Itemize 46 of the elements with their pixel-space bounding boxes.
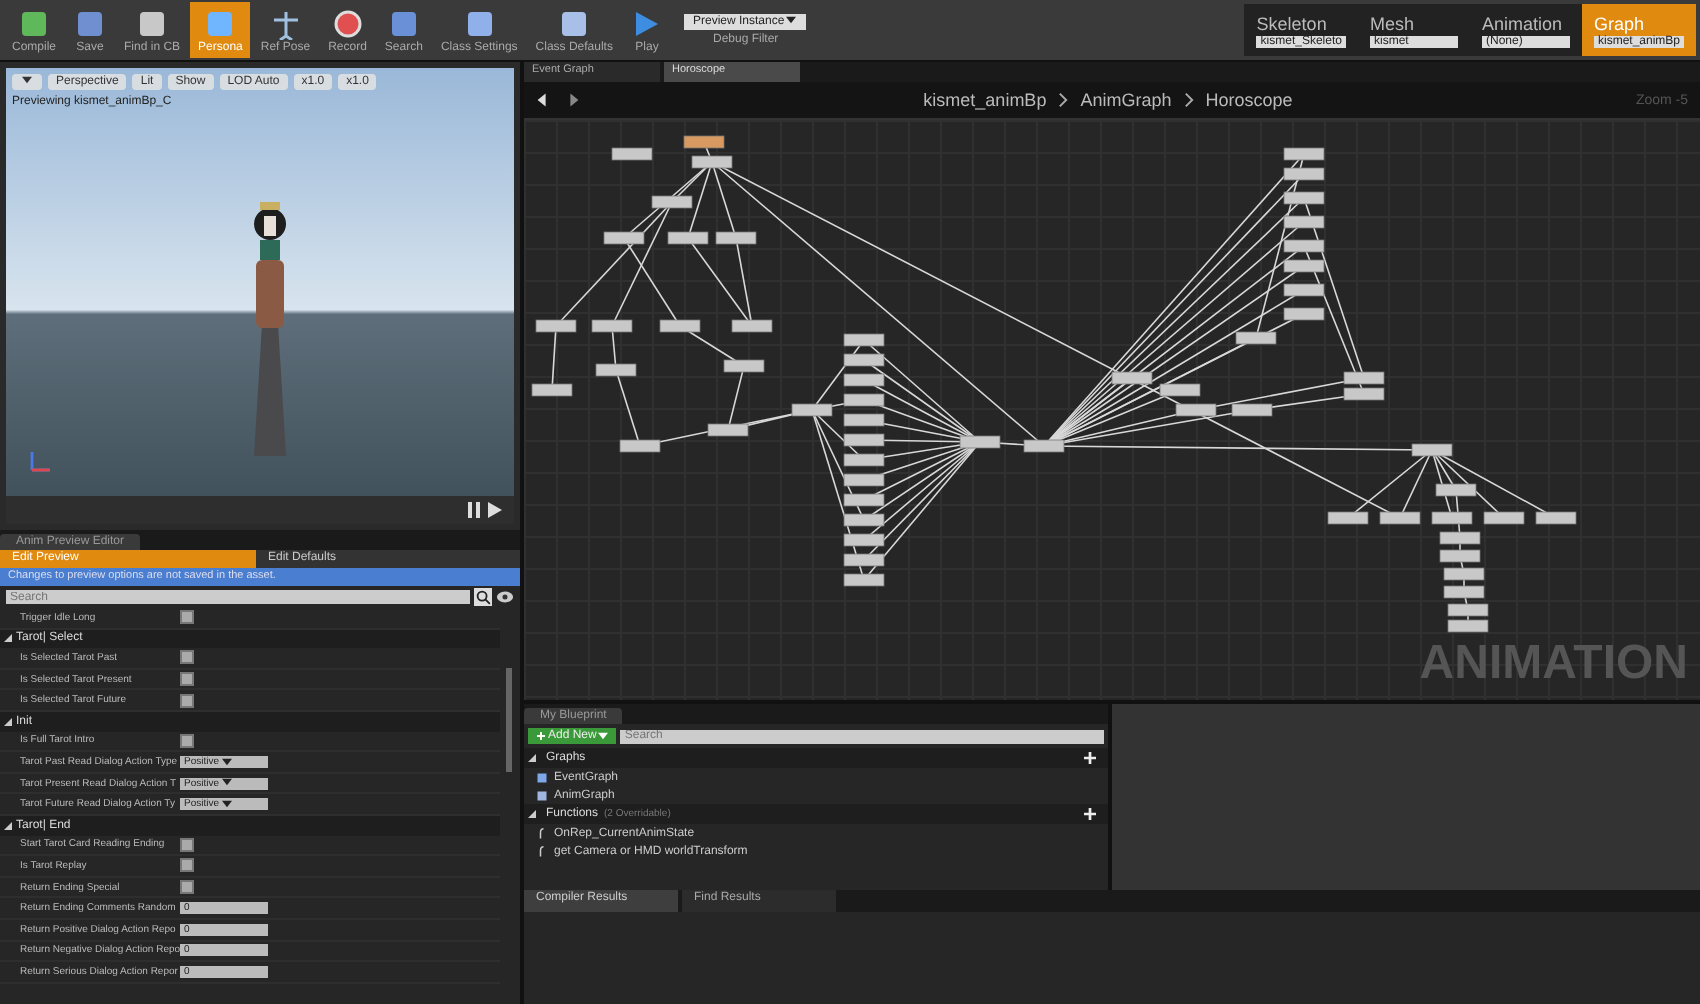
add-plus-icon[interactable] bbox=[1084, 808, 1096, 820]
checkbox[interactable] bbox=[180, 733, 194, 748]
caret-icon bbox=[221, 757, 232, 766]
checkbox[interactable] bbox=[180, 693, 194, 708]
toolbar-icon bbox=[136, 7, 169, 39]
expand-triangle-icon[interactable] bbox=[528, 754, 536, 762]
pause-play-icon[interactable] bbox=[466, 500, 506, 520]
axis-gizmo-icon bbox=[26, 448, 54, 476]
caret-icon bbox=[598, 732, 609, 740]
caret-icon bbox=[221, 799, 232, 808]
toolbar-icon bbox=[269, 7, 302, 39]
caret-icon bbox=[786, 16, 797, 25]
back-arrow-icon[interactable] bbox=[536, 92, 552, 108]
toolbar-icon bbox=[558, 7, 591, 39]
scrollbar[interactable] bbox=[506, 668, 512, 772]
caret-icon bbox=[221, 778, 232, 787]
expand-triangle-icon[interactable] bbox=[4, 634, 12, 643]
checkbox[interactable] bbox=[180, 610, 194, 625]
checkbox[interactable] bbox=[180, 650, 194, 665]
expand-triangle-icon[interactable] bbox=[4, 717, 12, 726]
toolbar-icon bbox=[204, 7, 237, 39]
viewport-menu-button[interactable] bbox=[12, 74, 42, 90]
search-icon bbox=[474, 588, 492, 606]
breadcrumb-link[interactable]: kismet_animBp bbox=[923, 90, 1047, 110]
checkbox[interactable] bbox=[180, 672, 194, 687]
caret-icon bbox=[22, 76, 32, 85]
checkbox[interactable] bbox=[180, 880, 194, 895]
expand-triangle-icon[interactable] bbox=[4, 821, 12, 830]
toolbar-icon bbox=[18, 7, 50, 39]
chevron-right-icon bbox=[1183, 92, 1194, 108]
forward-arrow-icon[interactable] bbox=[564, 92, 580, 108]
checkbox[interactable] bbox=[180, 858, 194, 873]
toolbar-icon bbox=[331, 7, 364, 39]
toolbar-icon bbox=[387, 7, 420, 39]
expand-triangle-icon[interactable] bbox=[528, 810, 536, 818]
toolbar-icon bbox=[74, 7, 107, 39]
state-nodes[interactable] bbox=[531, 135, 1577, 633]
checkbox[interactable] bbox=[180, 837, 194, 852]
toolbar-icon bbox=[630, 7, 663, 39]
chevron-right-icon bbox=[1058, 92, 1069, 108]
plus-icon bbox=[536, 732, 546, 740]
breadcrumb-link[interactable]: AnimGraph bbox=[1080, 90, 1172, 110]
toolbar-icon bbox=[463, 7, 496, 39]
breadcrumb-link[interactable]: Horoscope bbox=[1205, 90, 1293, 110]
add-plus-icon[interactable] bbox=[1084, 752, 1096, 764]
eye-icon[interactable] bbox=[496, 588, 514, 606]
